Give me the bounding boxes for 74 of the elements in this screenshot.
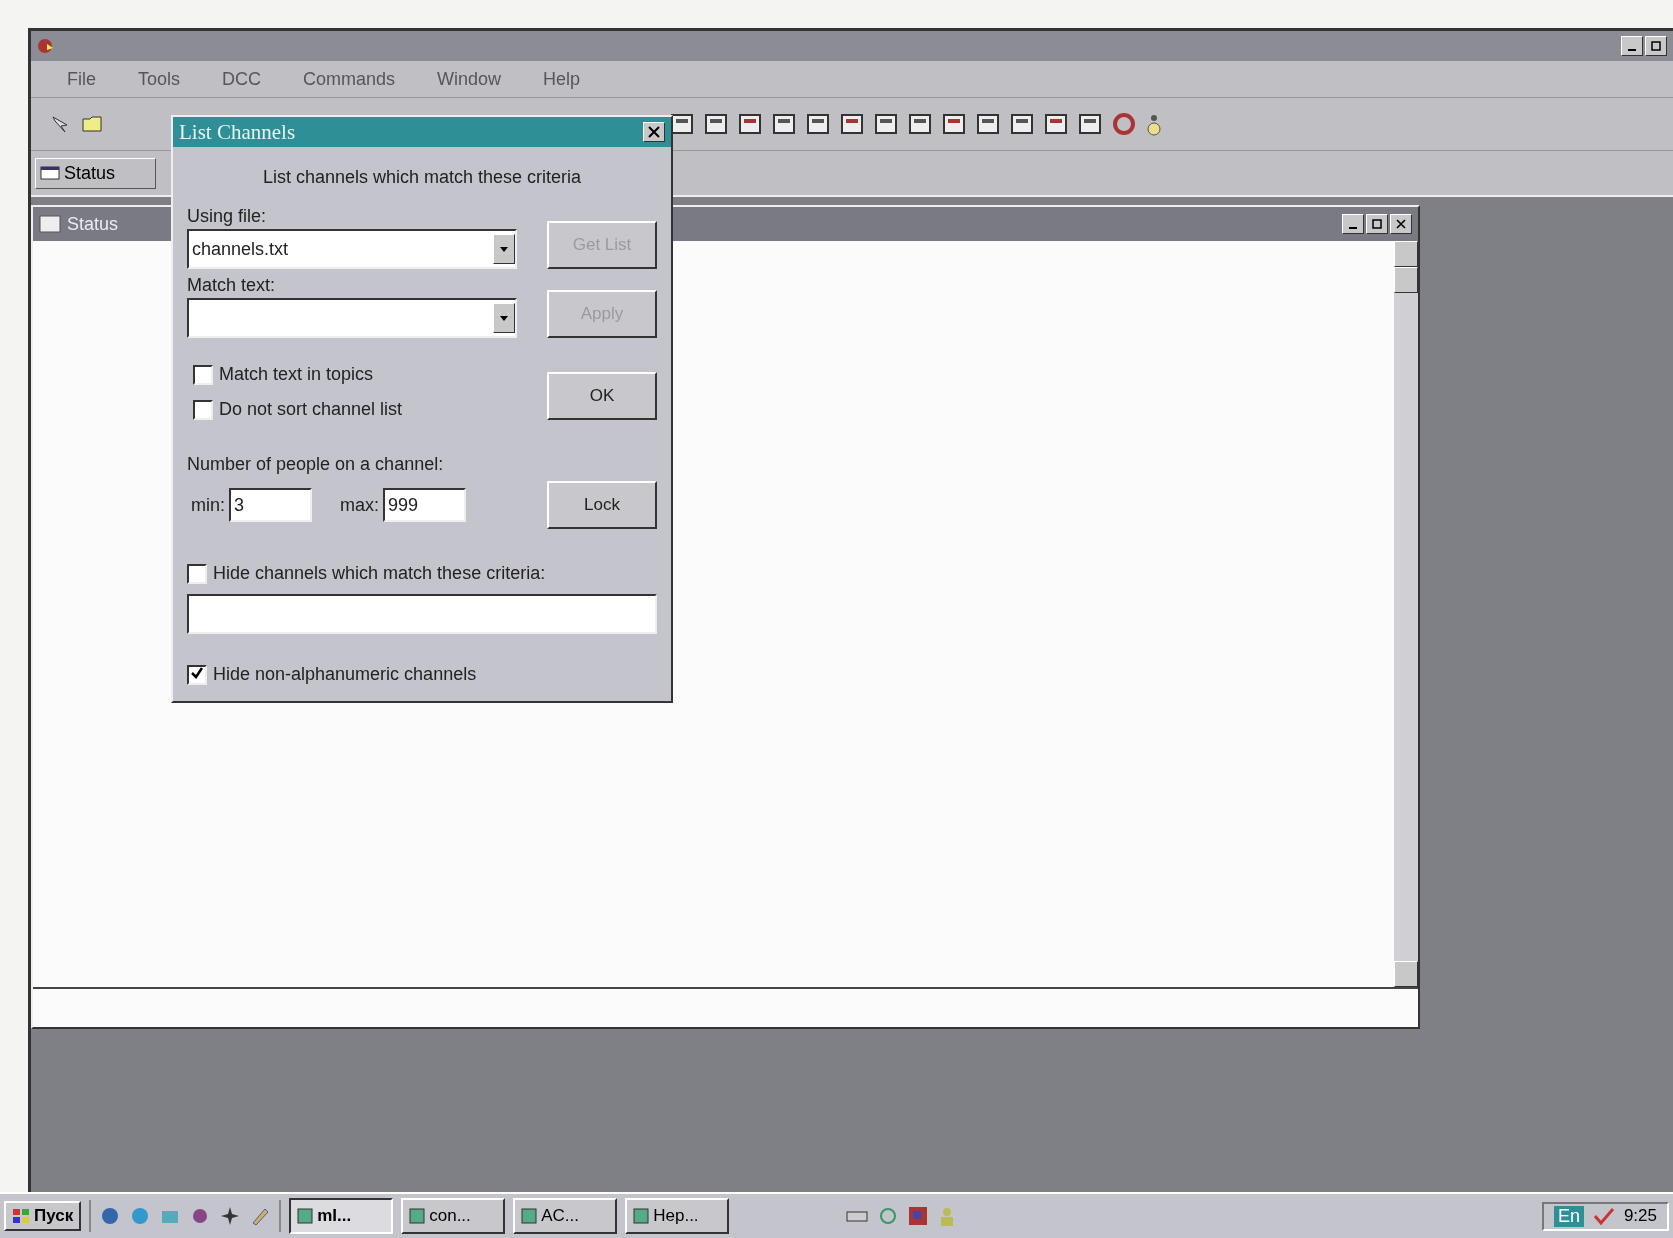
- app-icon: [633, 1208, 650, 1224]
- menu-item[interactable]: File: [67, 68, 96, 90]
- start-button[interactable]: Пуск: [4, 1201, 82, 1231]
- maximize-icon: [1651, 41, 1661, 51]
- close-button[interactable]: [643, 122, 665, 142]
- minimize-button[interactable]: [1342, 214, 1364, 234]
- menu-item[interactable]: DCC: [222, 68, 262, 90]
- field-label: Number of people on a channel:: [187, 454, 445, 475]
- window-icon: [39, 215, 61, 233]
- taskbar-button[interactable]: AC...: [513, 1198, 618, 1234]
- window-icon[interactable]: [1044, 113, 1068, 135]
- dropdown-arrow-icon: [500, 246, 508, 252]
- maximize-icon: [1372, 219, 1382, 229]
- person-icon[interactable]: [1146, 112, 1162, 136]
- window-icon[interactable]: [976, 113, 1000, 135]
- app-icon: [297, 1208, 314, 1224]
- window-icon[interactable]: [806, 113, 830, 135]
- taskbar-button[interactable]: mI...: [289, 1198, 394, 1234]
- window-icon[interactable]: [738, 113, 762, 135]
- match-text-dropdown[interactable]: [187, 298, 517, 338]
- lifebuoy-icon[interactable]: [1112, 112, 1136, 136]
- lock-button[interactable]: Lock: [547, 481, 657, 529]
- criteria-field[interactable]: [187, 594, 657, 634]
- checkbox-option[interactable]: Do not sort channel list: [193, 399, 517, 420]
- window-icon[interactable]: [772, 113, 796, 135]
- window-icon[interactable]: [670, 113, 694, 135]
- close-icon: [648, 126, 660, 138]
- minimize-icon: [1349, 227, 1357, 229]
- dialog-title: List Channels: [179, 119, 296, 145]
- dropdown-arrow-icon: [500, 315, 508, 321]
- field-label: Using file:: [187, 206, 268, 227]
- window-icon[interactable]: [874, 113, 898, 135]
- maximize-button[interactable]: [1645, 36, 1667, 56]
- minimize-button[interactable]: [1621, 36, 1643, 56]
- command-input[interactable]: [33, 987, 1418, 1027]
- maximize-button[interactable]: [1366, 214, 1388, 234]
- app-icon: [37, 38, 55, 54]
- menu-item[interactable]: Tools: [138, 68, 181, 90]
- field-label: Match text:: [187, 275, 277, 296]
- language-indicator[interactable]: En: [1553, 1205, 1584, 1227]
- checkbox-option[interactable]: Hide non-alphanumeric channels: [187, 664, 657, 685]
- window-title: Status: [67, 213, 119, 235]
- menu-item[interactable]: Commands: [303, 68, 396, 90]
- ok-button[interactable]: OK: [547, 372, 657, 420]
- scrollbar[interactable]: [1394, 241, 1418, 987]
- minimize-icon: [1628, 49, 1636, 51]
- window-icon[interactable]: [908, 113, 932, 135]
- window-icon[interactable]: [840, 113, 864, 135]
- status-tab[interactable]: Status: [35, 157, 157, 189]
- clock: 9:25: [1623, 1206, 1657, 1226]
- windows-logo-icon: [12, 1208, 30, 1224]
- file-dropdown[interactable]: channels.txt: [187, 229, 517, 269]
- max-field[interactable]: 999: [383, 488, 467, 522]
- window-icon[interactable]: [1078, 113, 1102, 135]
- menu-item[interactable]: Help: [543, 68, 581, 90]
- taskbar-button[interactable]: Нер...: [625, 1198, 730, 1234]
- checkmark-icon: [191, 666, 203, 679]
- field-label: min:: [191, 494, 225, 516]
- window-icon[interactable]: [942, 113, 966, 135]
- window-icon[interactable]: [704, 113, 728, 135]
- close-icon: [1396, 219, 1406, 229]
- window-icon: [40, 166, 60, 180]
- app-icon: [409, 1208, 426, 1224]
- min-field[interactable]: 3: [229, 488, 312, 522]
- field-label: max:: [340, 494, 380, 516]
- taskbar-button[interactable]: con...: [401, 1198, 506, 1234]
- menu-item[interactable]: Window: [437, 68, 502, 90]
- checkbox-option[interactable]: Hide channels which match these criteria:: [187, 563, 657, 584]
- app-icon: [521, 1208, 538, 1224]
- window-icon[interactable]: [1010, 113, 1034, 135]
- checkbox-option[interactable]: Match text in topics: [193, 364, 517, 385]
- checkmark-icon[interactable]: [1591, 1206, 1616, 1226]
- close-button[interactable]: [1390, 214, 1412, 234]
- dialog-heading: List channels which match these criteria: [261, 166, 583, 189]
